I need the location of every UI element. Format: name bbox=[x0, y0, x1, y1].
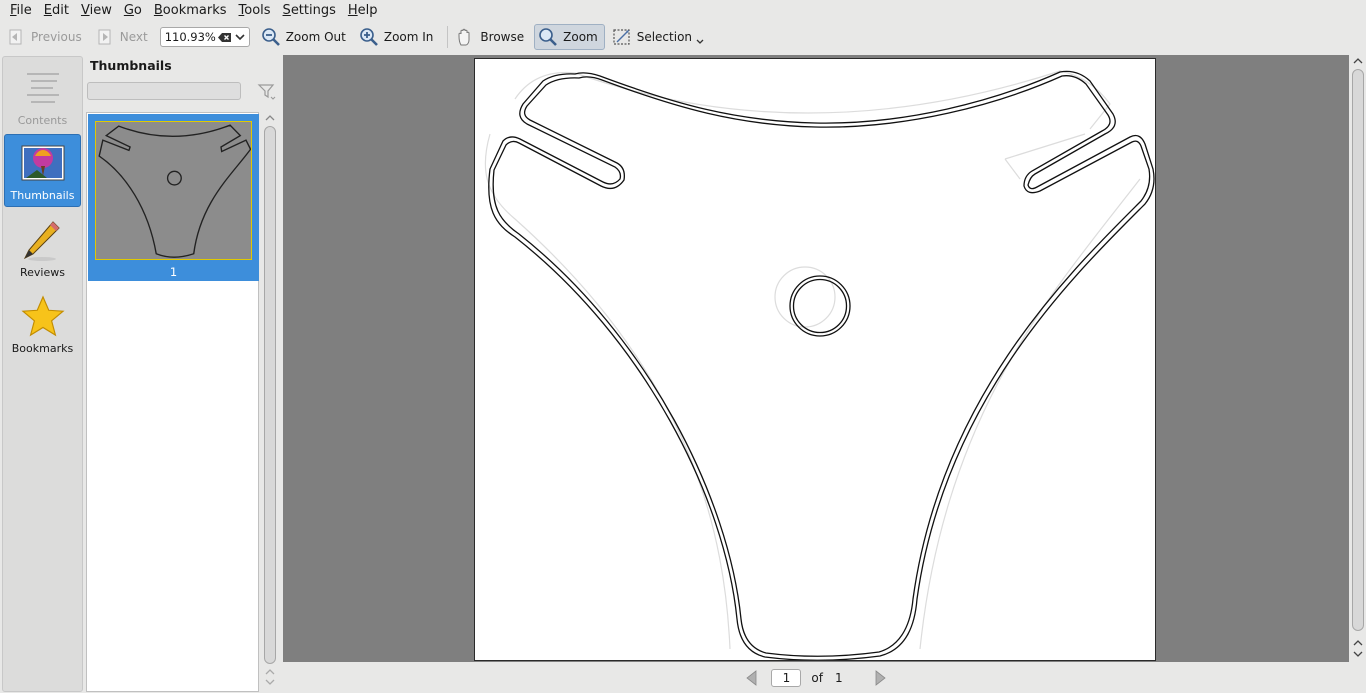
thumbnail-list: 1 bbox=[86, 112, 259, 692]
selection-icon bbox=[612, 27, 632, 47]
document-page[interactable] bbox=[474, 58, 1156, 661]
thumbnails-icon bbox=[21, 141, 65, 185]
zoom-in-button[interactable]: Zoom In bbox=[356, 24, 440, 50]
scroll-up-icon[interactable] bbox=[1353, 57, 1363, 65]
selection-tool-button[interactable]: Selection bbox=[609, 24, 710, 50]
panel-title: Thumbnails bbox=[90, 58, 172, 73]
menu-settings[interactable]: Settings bbox=[277, 0, 342, 22]
hand-icon bbox=[455, 27, 475, 47]
of-label: of bbox=[811, 670, 823, 685]
side-tab-contents[interactable]: Contents bbox=[4, 58, 81, 131]
document-viewport[interactable] bbox=[283, 55, 1349, 662]
scroll-down-icon[interactable] bbox=[265, 678, 275, 686]
scroll-up-icon[interactable] bbox=[265, 668, 275, 676]
page-number-input[interactable]: 1 bbox=[771, 668, 802, 687]
zoom-out-icon bbox=[261, 27, 281, 47]
main-toolbar: Previous Next 110.93% Zoom Out Zoom In B… bbox=[0, 22, 1366, 52]
zoom-in-icon bbox=[359, 27, 379, 47]
page-drawing bbox=[484, 70, 1155, 661]
page-navigation: 1 of 1 bbox=[283, 662, 1349, 693]
thumbnail-item[interactable]: 1 bbox=[88, 114, 259, 281]
menu-go[interactable]: Go bbox=[118, 0, 148, 22]
menu-view[interactable]: View bbox=[75, 0, 118, 22]
previous-page-icon bbox=[6, 27, 26, 47]
next-page-icon[interactable] bbox=[871, 668, 891, 688]
zoom-combo[interactable]: 110.93% bbox=[159, 27, 250, 47]
toolbar-separator bbox=[447, 26, 449, 48]
chevron-down-icon[interactable] bbox=[696, 35, 704, 49]
filter-icon[interactable] bbox=[257, 82, 277, 102]
scroll-up-icon[interactable] bbox=[1353, 639, 1363, 647]
chevron-down-icon[interactable] bbox=[234, 31, 246, 46]
browse-tool-button[interactable]: Browse bbox=[452, 24, 530, 50]
side-tab-bookmarks[interactable]: Bookmarks bbox=[4, 286, 81, 359]
clear-icon[interactable] bbox=[217, 32, 232, 43]
menu-tools[interactable]: Tools bbox=[233, 0, 277, 22]
previous-page-icon[interactable] bbox=[741, 668, 761, 688]
menu-edit[interactable]: Edit bbox=[38, 0, 75, 22]
next-page-icon bbox=[95, 27, 115, 47]
magnifier-icon bbox=[538, 27, 558, 47]
menu-help[interactable]: Help bbox=[342, 0, 384, 22]
zoom-out-button[interactable]: Zoom Out bbox=[258, 24, 352, 50]
side-tab-thumbnails[interactable]: Thumbnails bbox=[4, 134, 81, 207]
star-icon bbox=[20, 294, 65, 338]
thumbnail-page-number: 1 bbox=[169, 265, 178, 279]
zoom-tool-button[interactable]: Zoom bbox=[534, 24, 605, 50]
menu-bar: File Edit View Go Bookmarks Tools Settin… bbox=[0, 0, 1366, 22]
scroll-down-icon[interactable] bbox=[1353, 650, 1363, 658]
scroll-up-icon[interactable] bbox=[265, 114, 275, 122]
previous-button[interactable]: Previous bbox=[3, 24, 88, 50]
menu-bookmarks[interactable]: Bookmarks bbox=[148, 0, 233, 22]
pencil-icon bbox=[21, 218, 65, 262]
scrollbar-track[interactable] bbox=[264, 126, 276, 664]
thumbnail-scrollbar[interactable] bbox=[262, 112, 278, 692]
menu-file[interactable]: File bbox=[4, 0, 38, 22]
thumbnails-panel: Thumbnails 1 bbox=[85, 56, 280, 692]
scrollbar-track[interactable] bbox=[1352, 69, 1364, 631]
next-button[interactable]: Next bbox=[92, 24, 154, 50]
total-pages: 1 bbox=[834, 670, 843, 685]
contents-icon bbox=[21, 66, 65, 110]
side-tab-reviews[interactable]: Reviews bbox=[4, 210, 81, 283]
thumbnail-search-input[interactable] bbox=[87, 82, 241, 100]
thumbnail-image bbox=[95, 121, 252, 260]
side-tab-bar: Contents Thumbnails Reviews Bookmarks bbox=[2, 56, 83, 692]
document-scrollbar[interactable] bbox=[1350, 55, 1366, 662]
